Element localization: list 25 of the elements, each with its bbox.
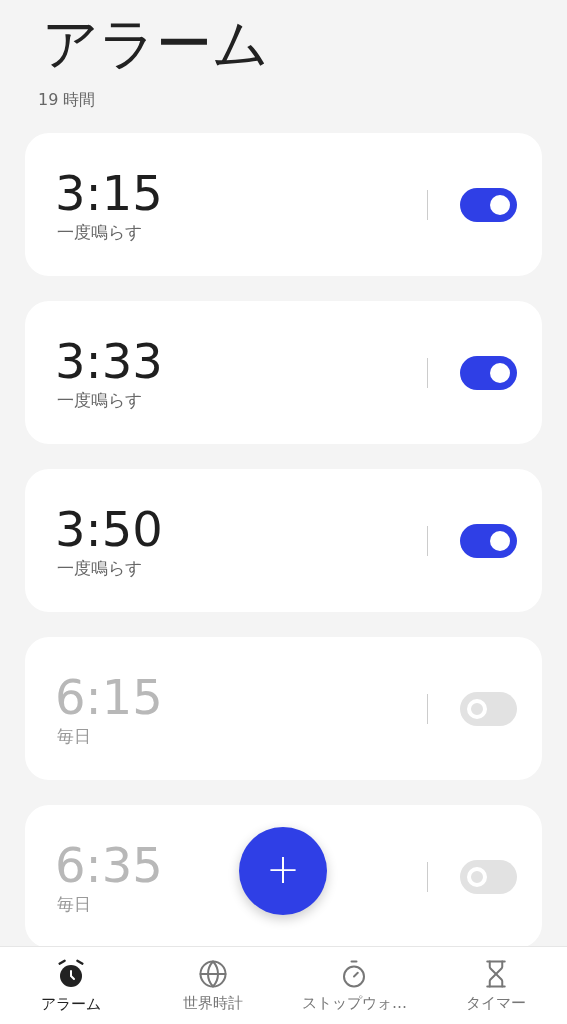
page-title: アラーム	[42, 10, 269, 78]
alarm-toggle[interactable]	[460, 187, 517, 222]
alarm-card[interactable]: 3:33 一度鳴らす	[25, 301, 542, 444]
alarm-card[interactable]: 3:15 一度鳴らす	[25, 133, 542, 276]
alarm-repeat: 毎日	[57, 893, 91, 916]
alarm-repeat: 毎日	[57, 725, 91, 748]
alarm-time: 3:33	[55, 333, 163, 389]
nav-tab[interactable]: 世界時計	[141, 947, 284, 1024]
globe-icon	[197, 958, 228, 989]
alarm-time: 3:50	[55, 501, 163, 557]
alarm-repeat: 一度鳴らす	[57, 557, 142, 580]
alarm-toggle[interactable]	[460, 355, 517, 390]
alarm-time: 6:15	[55, 669, 163, 725]
alarm-repeat: 一度鳴らす	[57, 221, 142, 244]
alarm-toggle[interactable]	[460, 523, 517, 558]
alarm-toggle[interactable]	[460, 859, 517, 894]
alarm-time: 3:15	[55, 165, 163, 221]
alarm-time: 6:35	[55, 837, 163, 893]
nav-tab[interactable]: アラーム	[0, 947, 142, 1024]
alarm-toggle[interactable]	[460, 691, 517, 726]
alarm-card[interactable]: 3:50 一度鳴らす	[25, 469, 542, 612]
time-until-alarm: 19 時間	[38, 90, 96, 111]
nav-tab[interactable]: タイマー	[425, 947, 567, 1024]
alarm-repeat: 一度鳴らす	[57, 389, 142, 412]
nav-tab[interactable]: ストップウォ…	[283, 947, 426, 1024]
